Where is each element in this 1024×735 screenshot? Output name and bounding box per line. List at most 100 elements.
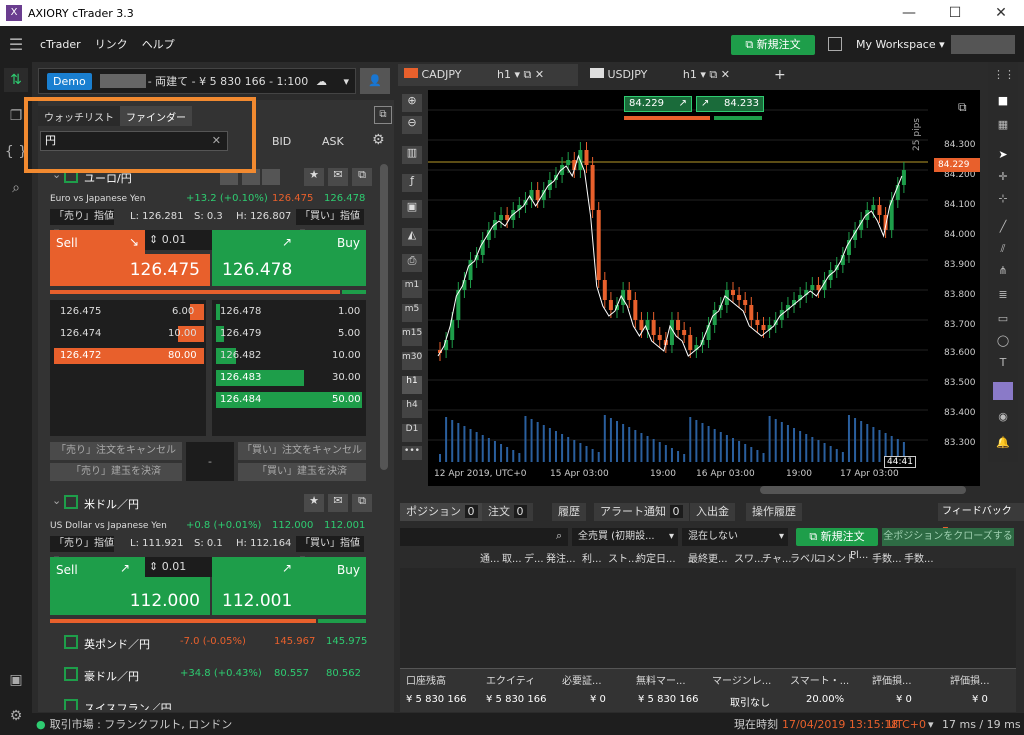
chart-scrollbar[interactable]	[760, 486, 966, 494]
user-box[interactable]	[951, 35, 1015, 54]
tf-d1[interactable]: D1	[402, 424, 422, 442]
toolbar-toggle-icon[interactable]: ⋮⋮	[993, 68, 1015, 86]
star-icon[interactable]: ★	[304, 494, 324, 512]
trade-icon[interactable]: ⇅	[4, 68, 28, 92]
settings-icon[interactable]: ⚙	[4, 704, 28, 728]
buy-button[interactable]: ↗ Buy 126.478	[212, 230, 366, 286]
camera-icon[interactable]: ◉	[993, 410, 1013, 428]
text-icon[interactable]: T	[993, 356, 1013, 374]
feedback-button[interactable]: フィードバック ▪	[938, 503, 1024, 535]
sell-order-type[interactable]: 「売り」指値 ▾	[50, 536, 114, 565]
bell-icon[interactable]: 🔔	[993, 436, 1013, 454]
more-icon[interactable]: •••	[402, 446, 422, 460]
layout-icon[interactable]	[828, 37, 842, 51]
tf-m1[interactable]: m1	[402, 280, 422, 298]
buy-order-type[interactable]: 「買い」指値 ▾	[296, 536, 364, 565]
fibonacci-icon[interactable]: ≣	[993, 288, 1013, 306]
chart-icon[interactable]: ✉	[328, 494, 348, 512]
pitchfork-icon[interactable]: ⋔	[993, 264, 1013, 282]
timezone-selector[interactable]: UTC+0	[888, 718, 926, 731]
column-header[interactable]: 手数...	[904, 550, 934, 565]
buy-order-type[interactable]: 「買い」指値 ▾	[296, 209, 364, 238]
new-order-button[interactable]: ⧉ 新規注文	[731, 35, 815, 55]
tab-transactions[interactable]: 入出金	[690, 503, 735, 521]
star-icon[interactable]: ★	[304, 168, 324, 186]
multi-layout-icon[interactable]: ▦	[993, 118, 1013, 136]
depth-view3-icon[interactable]	[262, 169, 280, 185]
column-header[interactable]: 最終更...	[688, 550, 728, 565]
menu-links[interactable]: リンク	[95, 36, 128, 52]
column-header[interactable]: 利...	[582, 550, 602, 565]
cursor-icon[interactable]: ➤	[993, 148, 1013, 166]
close-buy-positions-button[interactable]: 「買い」建玉を決済	[238, 463, 366, 481]
buy-button[interactable]: ↗ Buy 112.001	[212, 557, 366, 615]
screenshot-icon[interactable]: ⎙	[402, 254, 422, 272]
tab-positions[interactable]: ポジション 0	[400, 503, 484, 521]
ellipse-icon[interactable]: ◯	[993, 334, 1013, 352]
menu-ctrader[interactable]: cTrader	[40, 38, 81, 51]
stepper-icon[interactable]: ⇕	[149, 560, 158, 573]
tf-h1[interactable]: h1	[402, 376, 422, 394]
chart-popout-icon[interactable]: ⧉	[958, 100, 974, 116]
column-header[interactable]: スワ...	[734, 550, 764, 565]
crosshair-icon[interactable]: ✛	[993, 170, 1013, 188]
watchlist-settings-icon[interactable]: ⚙	[372, 132, 385, 148]
hamburger-icon[interactable]: ☰	[0, 35, 32, 54]
candles-icon[interactable]: ▥	[402, 146, 422, 164]
symbol-row[interactable]: 英ポンド／円 -7.0 (-0.05%) 145.967 145.975	[46, 634, 376, 654]
sell-price-box[interactable]: 126.475	[50, 254, 210, 286]
measure-icon[interactable]: ⊹	[993, 192, 1013, 210]
tf-m15[interactable]: m15	[402, 328, 422, 346]
maximize-button[interactable]: ☐	[932, 0, 978, 26]
minimize-button[interactable]: —	[886, 0, 932, 26]
cancel-buy-orders-button[interactable]: 「買い」注文をキャンセル	[238, 442, 366, 460]
user-icon[interactable]: 👤	[360, 68, 390, 94]
zoom-in-icon[interactable]: ⊕	[402, 94, 422, 112]
briefcase-icon[interactable]: ▣	[4, 668, 28, 692]
chart-sell-quote[interactable]: 84.229 ↗	[624, 96, 692, 112]
workspace-selector[interactable]: My Workspace ▾	[856, 38, 945, 51]
column-header[interactable]: 約定日...	[636, 550, 676, 565]
single-layout-icon[interactable]: ■	[993, 94, 1013, 112]
tf-h4[interactable]: h4	[402, 400, 422, 418]
tab-alerts[interactable]: アラート通知 0	[594, 503, 689, 521]
chart-buy-quote[interactable]: ↗ 84.233	[696, 96, 764, 112]
tf-m5[interactable]: m5	[402, 304, 422, 322]
column-header[interactable]: スト...	[608, 550, 638, 565]
indicator-icon[interactable]: ƒ	[402, 174, 422, 192]
tz-dropdown-icon[interactable]: ▾	[928, 718, 934, 731]
column-header[interactable]: 手数...	[872, 550, 902, 565]
column-header[interactable]: チャ...	[762, 550, 791, 565]
analyze-icon[interactable]: ⌕	[4, 176, 28, 200]
zoom-out-icon[interactable]: ⊖	[402, 116, 422, 134]
channel-icon[interactable]: ⫽	[993, 242, 1013, 260]
filter-trades-dropdown[interactable]: 全売買 (初期設... ▾	[572, 528, 678, 546]
detach-icon[interactable]: ⧉	[352, 168, 372, 186]
hedge-dropdown[interactable]: 混在しない ▾	[682, 528, 788, 546]
chart-tab[interactable]: USDJPY h1 ▾ ⧉ ✕	[584, 64, 764, 86]
column-header[interactable]: デ...	[524, 550, 544, 565]
chart-tab[interactable]: CADJPY h1 ▾ ⧉ ✕	[398, 64, 578, 86]
chevron-icon[interactable]: ⌄	[52, 494, 61, 507]
column-header[interactable]: 通...	[480, 550, 500, 565]
symbol-row[interactable]: スイスフラン／円	[46, 698, 376, 710]
chart-icon[interactable]: ✉	[328, 168, 348, 186]
stepper-icon[interactable]: ⇕	[149, 233, 158, 246]
positions-search-input[interactable]	[400, 528, 568, 546]
color-icon[interactable]	[993, 382, 1013, 400]
menu-help[interactable]: ヘルプ	[142, 36, 175, 52]
column-header[interactable]: 取...	[502, 550, 522, 565]
close-all-positions-button[interactable]: 全ポジションをクローズする	[882, 528, 1014, 546]
tab-orders[interactable]: 注文 0	[482, 503, 533, 521]
cancel-sell-orders-button[interactable]: 「売り」注文をキャンセル	[50, 442, 182, 460]
chart-canvas[interactable]	[428, 90, 980, 486]
scrollbar[interactable]	[380, 164, 388, 470]
add-tab-icon[interactable]: +	[768, 64, 792, 86]
positions-new-order-button[interactable]: ⧉ 新規注文	[796, 528, 878, 546]
detach-icon[interactable]: ⧉	[352, 494, 372, 512]
sell-order-type[interactable]: 「売り」指値 ▾	[50, 209, 114, 238]
tab-history[interactable]: 履歴	[552, 503, 586, 521]
rectangle-icon[interactable]: ▭	[993, 312, 1013, 330]
close-sell-positions-button[interactable]: 「売り」建玉を決済	[50, 463, 182, 481]
line-icon[interactable]: ╱	[993, 220, 1013, 238]
